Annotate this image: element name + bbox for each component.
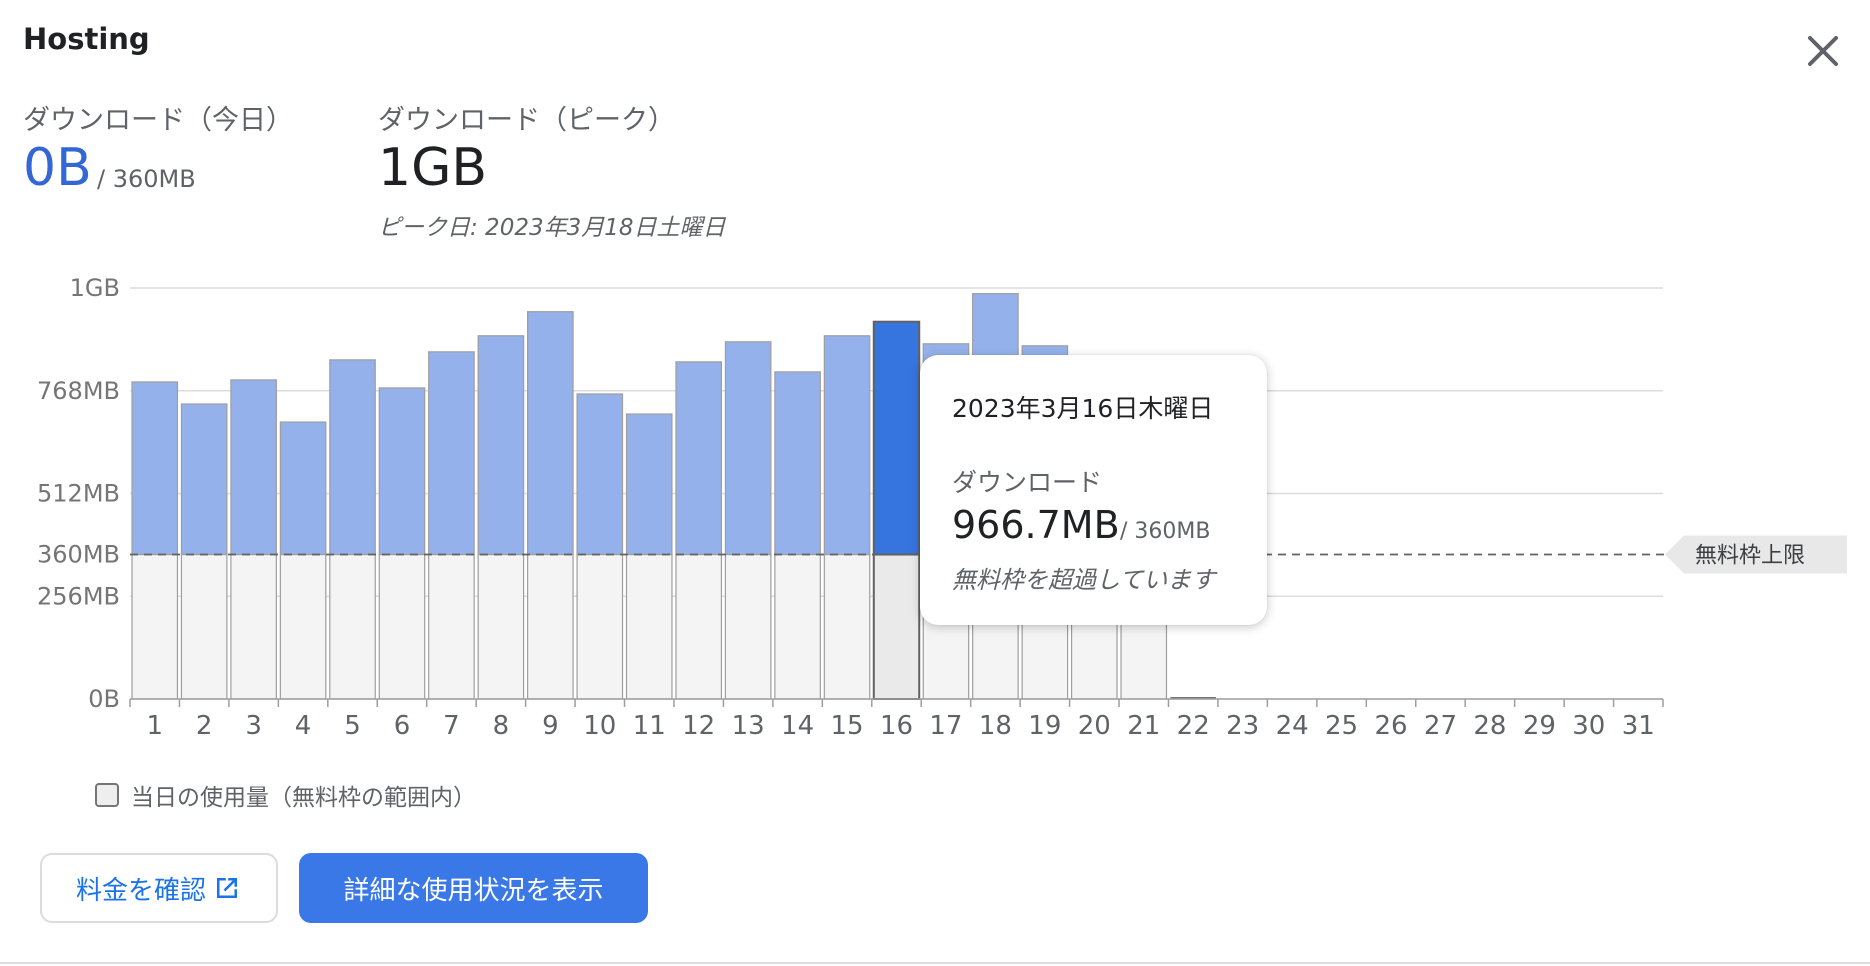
bar-within-limit	[477, 553, 525, 700]
bar-within-limit	[724, 553, 772, 700]
peak-date: ピーク日: 2023年3月18日土曜日	[378, 215, 726, 241]
x-tick-label: 3	[245, 711, 262, 741]
tooltip-date: 2023年3月16日木曜日	[952, 394, 1214, 423]
bar-over-limit	[872, 320, 921, 556]
bar-over-limit	[675, 361, 723, 556]
view-detailed-usage-button[interactable]: 詳細な使用状況を表示	[299, 853, 648, 923]
x-tick-label: 5	[344, 711, 361, 741]
close-icon[interactable]	[1800, 28, 1846, 74]
x-tick-label: 19	[1028, 711, 1061, 741]
chart-tooltip: 2023年3月16日木曜日 ダウンロード 966.7MB / 360MB 無料枠…	[920, 355, 1267, 625]
bar-within-limit	[428, 553, 475, 700]
x-tick-label: 20	[1078, 711, 1111, 741]
x-tick-label: 4	[295, 711, 312, 741]
bar-within-limit	[675, 553, 723, 700]
x-tick-label: 14	[781, 711, 814, 741]
x-tick-label: 15	[831, 711, 864, 741]
bar-over-limit	[180, 403, 228, 556]
bar-within-limit	[180, 553, 228, 700]
dialog-bottom-divider	[0, 962, 1870, 964]
bar-over-limit	[131, 381, 179, 556]
bar-over-limit	[279, 421, 327, 556]
bar-within-limit	[625, 553, 673, 700]
bar-over-limit	[724, 341, 772, 556]
tooltip-quota: / 360MB	[1120, 519, 1211, 544]
bar-within-limit	[230, 553, 277, 700]
bar-over-limit	[428, 351, 475, 556]
check-pricing-label: 料金を確認	[75, 875, 206, 906]
x-tick-label: 9	[542, 711, 559, 741]
y-tick-label: 1GB	[70, 274, 120, 302]
check-pricing-button[interactable]: 料金を確認	[40, 853, 278, 923]
bar-within-limit	[131, 553, 179, 700]
today-download-quota: / 360MB	[97, 165, 196, 193]
bar-within-limit	[872, 553, 921, 700]
x-tick-label: 7	[443, 711, 460, 741]
bar-within-limit	[823, 553, 871, 700]
free-limit-label: 無料枠上限	[1695, 544, 1805, 569]
y-tick-label: 768MB	[37, 377, 120, 405]
tooltip-note: 無料枠を超過しています	[952, 566, 1216, 594]
x-tick-label: 16	[880, 711, 913, 741]
x-tick-label: 23	[1226, 711, 1259, 741]
y-tick-label: 512MB	[37, 480, 120, 508]
x-tick-label: 12	[682, 711, 715, 741]
x-tick-label: 31	[1622, 711, 1655, 741]
x-tick-label: 29	[1523, 711, 1556, 741]
legend-swatch	[95, 783, 119, 807]
x-tick-label: 22	[1177, 711, 1210, 741]
bar-over-limit	[576, 393, 624, 556]
x-tick-label: 13	[732, 711, 765, 741]
x-tick-label: 26	[1374, 711, 1407, 741]
bar-within-limit	[527, 553, 574, 700]
y-tick-label: 360MB	[37, 541, 120, 569]
x-tick-label: 11	[633, 711, 666, 741]
x-tick-label: 18	[979, 711, 1012, 741]
bar-over-limit	[477, 335, 525, 556]
today-download-label: ダウンロード（今日）	[23, 105, 293, 136]
peak-download-value: 1GB	[378, 138, 488, 198]
open-in-new-icon	[217, 878, 237, 898]
bar-within-limit	[279, 553, 327, 700]
bar-over-limit	[823, 335, 871, 556]
x-tick-label: 6	[394, 711, 411, 741]
bar-over-limit	[625, 413, 673, 556]
x-tick-label: 10	[583, 711, 616, 741]
today-download-value: 0B	[23, 138, 92, 198]
x-tick-label: 8	[493, 711, 510, 741]
peak-download-label: ダウンロード（ピーク）	[378, 105, 675, 136]
x-tick-label: 1	[146, 711, 163, 741]
tooltip-value: 966.7MB	[952, 503, 1120, 547]
bar-over-limit	[378, 387, 426, 556]
bar-over-limit	[527, 311, 574, 556]
x-tick-label: 2	[196, 711, 213, 741]
y-tick-label: 0B	[88, 685, 120, 713]
close-button[interactable]	[1800, 28, 1846, 74]
bar-over-limit	[774, 371, 821, 556]
bar-within-limit	[576, 553, 624, 700]
x-tick-label: 25	[1325, 711, 1358, 741]
bar-over-limit	[230, 379, 277, 556]
chart-legend: 当日の使用量（無料枠の範囲内）	[95, 780, 476, 811]
x-tick-label: 27	[1424, 711, 1457, 741]
tooltip-label: ダウンロード	[952, 468, 1103, 497]
x-tick-label: 24	[1276, 711, 1309, 741]
bar-within-limit	[378, 553, 426, 700]
dialog-title: Hosting	[23, 22, 150, 56]
x-tick-label: 28	[1473, 711, 1506, 741]
bar-within-limit	[774, 553, 821, 700]
y-tick-label: 256MB	[37, 582, 120, 610]
x-tick-label: 17	[929, 711, 962, 741]
legend-label: 当日の使用量（無料枠の範囲内）	[131, 785, 476, 811]
bar-within-limit	[329, 553, 376, 700]
x-tick-label: 21	[1127, 711, 1160, 741]
bar-over-limit	[329, 359, 376, 556]
x-tick-label: 30	[1572, 711, 1605, 741]
